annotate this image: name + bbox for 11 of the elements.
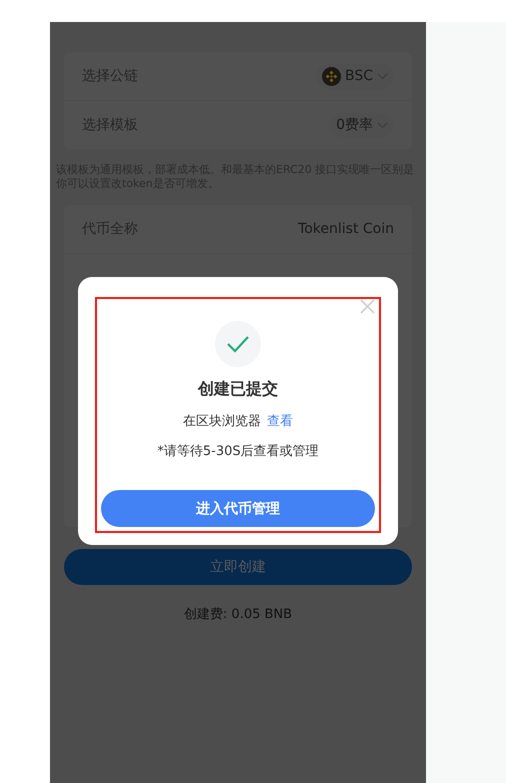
coin-icon (322, 66, 341, 86)
dialog-title: 创建已提交 (198, 379, 278, 400)
token-management-button[interactable]: 进入代币管理 (101, 490, 375, 527)
field-value[interactable]: Tokenlist Coin (298, 221, 394, 237)
fee-text: 创建费: 0.05 BNB (182, 606, 294, 623)
close-icon[interactable] (360, 299, 375, 314)
wait-note: *请等待5-30S后查看或管理 (157, 443, 319, 460)
success-icon (215, 321, 261, 367)
view-link[interactable]: 查看 (267, 412, 293, 430)
create-button[interactable]: 立即创建 (64, 549, 412, 585)
dialog-message: 在区块浏览器 (183, 413, 261, 430)
